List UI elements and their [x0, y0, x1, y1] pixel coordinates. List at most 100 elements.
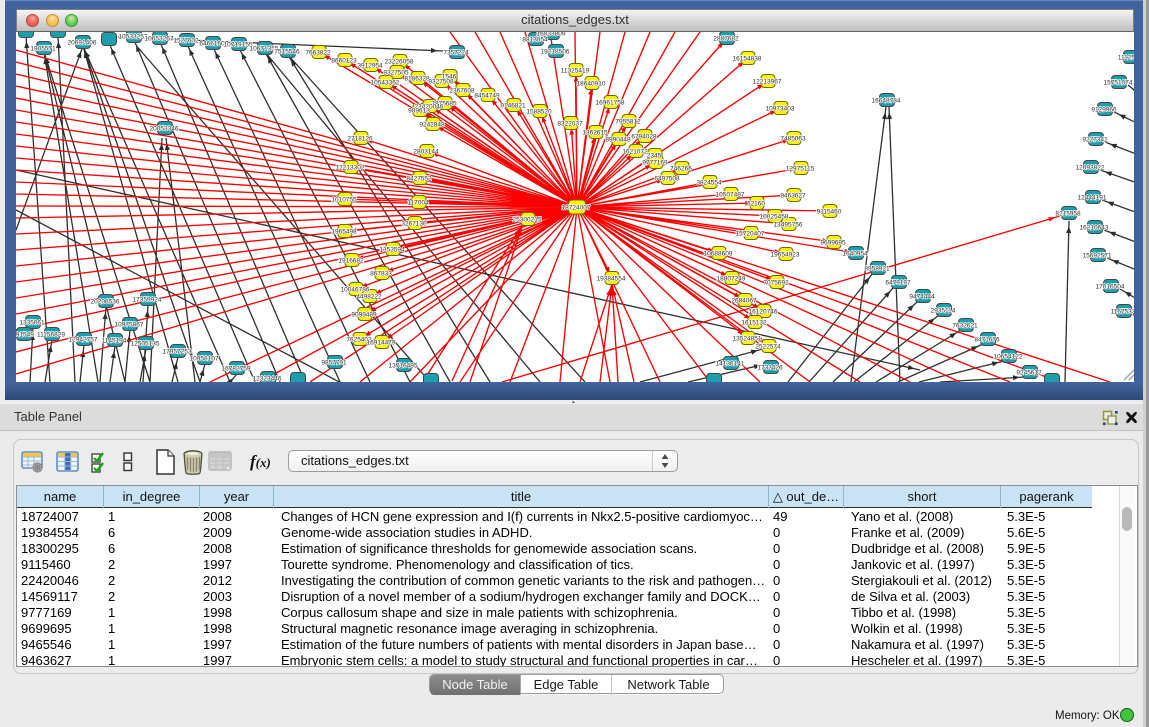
svg-text:1335061: 1335061 — [19, 320, 45, 327]
svg-text:8471676: 8471676 — [974, 337, 1000, 344]
svg-text:1588520: 1588520 — [526, 109, 552, 116]
svg-text:20206536: 20206536 — [91, 299, 120, 306]
svg-text:8990448: 8990448 — [605, 137, 631, 144]
svg-text:8660123: 8660123 — [331, 58, 357, 65]
svg-text:10719155: 10719155 — [224, 42, 253, 49]
svg-text:7663822: 7663822 — [305, 50, 331, 57]
svg-text:8813054: 8813054 — [522, 37, 548, 44]
svg-text:9474444: 9474444 — [909, 294, 935, 301]
svg-text:11156829: 11156829 — [37, 332, 65, 339]
svg-text:1362615: 1362615 — [582, 130, 608, 137]
svg-text:10025458: 10025458 — [760, 214, 789, 221]
svg-text:16914479: 16914479 — [367, 340, 396, 347]
svg-text:20691406: 20691406 — [68, 40, 97, 47]
svg-text:9099489: 9099489 — [351, 312, 377, 319]
svg-text:6497508: 6497508 — [654, 176, 680, 183]
svg-text:1905571: 1905571 — [30, 46, 56, 53]
svg-text:16154838: 16154838 — [733, 56, 762, 63]
svg-text:9777169: 9777169 — [642, 160, 668, 167]
svg-text:1621072: 1621072 — [622, 149, 648, 156]
svg-text:10653267: 10653267 — [145, 36, 174, 43]
svg-text:1145194: 1145194 — [102, 338, 127, 345]
svg-text:16033809: 16033809 — [537, 32, 566, 38]
svg-text:12213967: 12213967 — [753, 79, 782, 86]
svg-text:2522574: 2522574 — [755, 344, 781, 351]
svg-text:7955812: 7955812 — [615, 119, 641, 126]
svg-text:9227342: 9227342 — [1082, 137, 1108, 144]
svg-text:12505135: 12505135 — [131, 341, 160, 348]
svg-text:12942757: 12942757 — [69, 337, 98, 344]
svg-text:1353594: 1353594 — [379, 247, 405, 254]
svg-text:9146821: 9146821 — [500, 103, 526, 110]
svg-text:12444191: 12444191 — [1078, 195, 1107, 202]
svg-text:3912954: 3912954 — [357, 63, 383, 70]
svg-text:4498222: 4498222 — [356, 294, 382, 301]
svg-text:17359924: 17359924 — [133, 297, 162, 304]
svg-text:19384554: 19384554 — [597, 276, 626, 283]
svg-text:10533257: 10533257 — [119, 34, 148, 41]
svg-text:15720407: 15720407 — [736, 231, 765, 238]
svg-text:2718126: 2718126 — [347, 136, 373, 143]
svg-text:10688609: 10688609 — [704, 251, 733, 258]
svg-text:2887682: 2887682 — [713, 36, 739, 43]
svg-text:391549: 391549 — [16, 332, 34, 339]
svg-text:9242848: 9242848 — [419, 122, 445, 129]
svg-text:7075692: 7075692 — [763, 280, 789, 287]
svg-text:16648784: 16648784 — [872, 98, 901, 105]
svg-text:7357224: 7357224 — [443, 50, 469, 57]
svg-text:1167533: 1167533 — [1111, 309, 1134, 316]
svg-text:6479197: 6479197 — [885, 280, 911, 287]
svg-text:12213302: 12213302 — [336, 165, 365, 172]
svg-text:15692571: 15692571 — [1083, 253, 1112, 260]
svg-text:1615132: 1615132 — [741, 320, 767, 327]
svg-text:17016504: 17016504 — [1096, 284, 1125, 291]
svg-text:1733426: 1733426 — [757, 365, 783, 372]
svg-text:6794028: 6794028 — [631, 134, 657, 141]
svg-text:10975867: 10975867 — [115, 322, 144, 329]
svg-text:13495756: 13495756 — [774, 222, 803, 229]
svg-text:16782759: 16782759 — [222, 366, 251, 373]
svg-text:2803144: 2803144 — [413, 149, 439, 156]
svg-text:16120746: 16120746 — [749, 309, 778, 316]
svg-text:8322037: 8322037 — [557, 121, 583, 128]
svg-text:9327508: 9327508 — [428, 79, 454, 86]
svg-text:25300215: 25300215 — [513, 217, 542, 224]
svg-text:8186328: 8186328 — [404, 76, 430, 83]
svg-text:2345: 2345 — [647, 153, 662, 160]
svg-text:2367608: 2367608 — [449, 88, 475, 95]
svg-text:10543362: 10543362 — [371, 80, 400, 87]
svg-text:17957253: 17957253 — [163, 349, 192, 356]
svg-text:11325419: 11325419 — [561, 68, 590, 75]
svg-text:18724007: 18724007 — [562, 205, 591, 212]
svg-text:9129966: 9129966 — [1091, 107, 1117, 114]
svg-text:10507487: 10507487 — [716, 192, 745, 199]
svg-text:1112506: 1112506 — [1118, 55, 1134, 62]
svg-text:1640954: 1640954 — [842, 251, 868, 258]
svg-text:7485063: 7485063 — [780, 136, 806, 143]
svg-text:15751074: 15751074 — [1104, 80, 1133, 87]
svg-text:2935114: 2935114 — [931, 308, 956, 315]
svg-text:8427552: 8427552 — [406, 176, 432, 183]
svg-text:14136141: 14136141 — [716, 361, 745, 368]
svg-text:9857791: 9857791 — [321, 360, 347, 367]
svg-text:117004: 117004 — [407, 200, 429, 207]
svg-text:18640910: 18640910 — [577, 81, 606, 88]
svg-text:10973403: 10973403 — [766, 106, 795, 113]
svg-text:16961758: 16961758 — [596, 100, 625, 107]
svg-text:3824554: 3824554 — [696, 180, 722, 187]
svg-text:8454749: 8454749 — [474, 93, 500, 100]
svg-text:8958921: 8958921 — [864, 266, 890, 273]
svg-text:62160: 62160 — [747, 201, 765, 208]
svg-text:9699695: 9699695 — [820, 240, 846, 247]
svg-text:6466160: 6466160 — [199, 41, 225, 48]
svg-text:8215958: 8215958 — [1055, 211, 1081, 218]
svg-text:1965498: 1965498 — [331, 229, 357, 236]
svg-text:19218506: 19218506 — [541, 49, 570, 56]
svg-text:13524851: 13524851 — [733, 336, 762, 343]
svg-text:2684067: 2684067 — [731, 298, 757, 305]
svg-text:10046786: 10046786 — [341, 287, 370, 294]
svg-text:989613: 989613 — [408, 108, 430, 115]
svg-text:1527602: 1527602 — [173, 38, 199, 45]
svg-text:10958107: 10958107 — [190, 356, 219, 363]
svg-text:16210643: 16210643 — [1080, 225, 1109, 232]
